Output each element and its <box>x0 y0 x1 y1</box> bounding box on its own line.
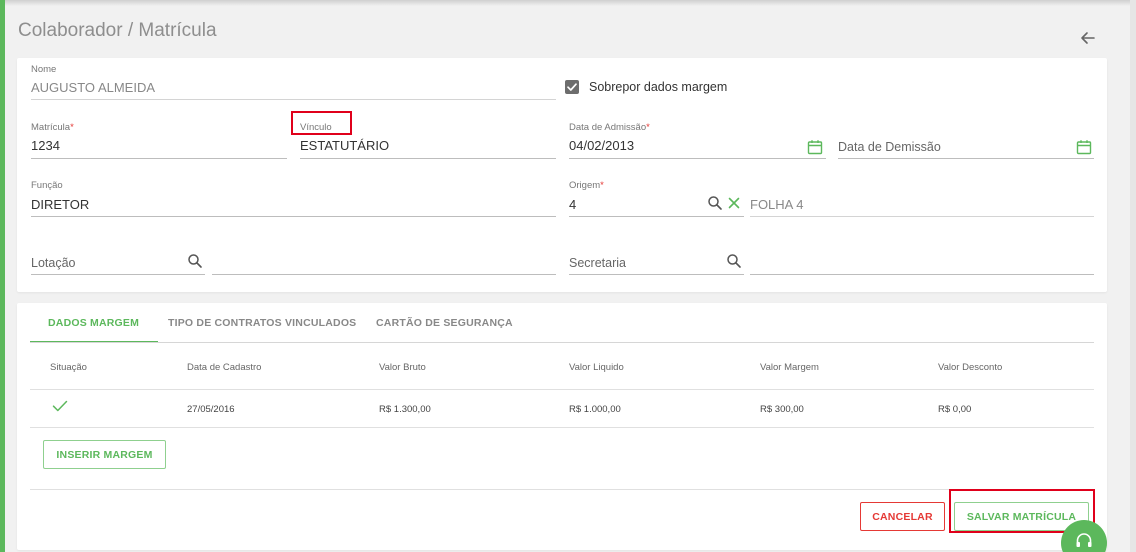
lotacao-field[interactable]: Lotação <box>31 238 205 275</box>
cell-valor-margem: R$ 300,00 <box>760 404 804 415</box>
cell-data-cadastro: 27/05/2016 <box>187 404 235 415</box>
lotacao-description-field <box>212 238 556 275</box>
calendar-admissao-button[interactable] <box>807 139 823 155</box>
nome-value: AUGUSTO ALMEIDA <box>31 80 156 95</box>
data-admissao-value: 04/02/2013 <box>569 138 635 153</box>
lotacao-placeholder: Lotação <box>31 256 76 270</box>
vinculo-value: ESTATUTÁRIO <box>300 138 390 153</box>
check-icon <box>52 400 68 412</box>
secretaria-placeholder: Secretaria <box>569 256 626 270</box>
tab-tipo-contratos[interactable]: TIPO DE CONTRATOS VINCULADOS <box>168 317 356 329</box>
arrow-left-icon <box>1081 32 1095 44</box>
tab-cartao-seguranca[interactable]: CARTÃO DE SEGURANÇA <box>376 317 513 329</box>
headset-icon <box>1076 533 1092 547</box>
origem-description-field: FOLHA 4 <box>750 180 1094 217</box>
page-title: Colaborador / Matrícula <box>18 20 217 41</box>
form-card: Nome AUGUSTO ALMEIDA Sobrepor dados marg… <box>17 58 1107 292</box>
search-icon <box>727 254 741 268</box>
cell-valor-desconto: R$ 0,00 <box>938 404 972 415</box>
origem-value: 4 <box>569 197 577 212</box>
origem-search-button[interactable] <box>707 195 723 211</box>
matricula-field[interactable]: Matrícula* 1234 <box>31 122 287 159</box>
matricula-underline <box>31 158 287 159</box>
calendar-demissao-button[interactable] <box>1076 139 1092 155</box>
column-header-situacao: Situação <box>50 362 87 373</box>
top-shadow <box>5 0 1136 6</box>
secretaria-field[interactable]: Secretaria <box>569 238 744 275</box>
vinculo-highlight-box <box>291 111 352 135</box>
tab-dados-margem[interactable]: DADOS MARGEM <box>48 317 139 329</box>
back-button[interactable] <box>1078 28 1098 48</box>
nome-label: Nome <box>31 64 57 75</box>
origem-clear-button[interactable] <box>726 195 742 211</box>
origem-description-underline <box>750 216 1094 217</box>
search-icon <box>708 196 722 210</box>
funcao-label: Função <box>31 180 63 191</box>
cancel-button[interactable]: CANCELAR <box>860 502 945 531</box>
cell-valor-bruto: R$ 1.300,00 <box>379 404 431 415</box>
footer-divider <box>30 489 1094 490</box>
origem-underline <box>569 216 744 217</box>
secretaria-description-field <box>750 238 1094 275</box>
sobrepor-checkbox[interactable] <box>565 80 579 94</box>
secretaria-description-underline <box>750 274 1094 275</box>
lotacao-description-underline <box>212 274 556 275</box>
calendar-icon <box>1076 140 1092 155</box>
secretaria-search-button[interactable] <box>726 253 742 269</box>
data-demissao-underline <box>838 158 1094 159</box>
column-header-valor-margem: Valor Margem <box>760 362 819 373</box>
search-icon <box>188 254 202 268</box>
origem-label: Origem* <box>569 180 604 191</box>
secretaria-underline <box>569 274 744 275</box>
margem-card: DADOS MARGEM TIPO DE CONTRATOS VINCULADO… <box>17 303 1107 550</box>
table-row-divider <box>30 427 1094 428</box>
nome-field[interactable]: Nome AUGUSTO ALMEIDA <box>31 64 556 100</box>
scrollbar-track[interactable] <box>1130 0 1136 552</box>
left-accent-bar <box>0 0 5 552</box>
data-admissao-label: Data de Admissão* <box>569 122 650 133</box>
sobrepor-label: Sobrepor dados margem <box>589 80 728 94</box>
column-header-data-cadastro: Data de Cadastro <box>187 362 262 373</box>
check-icon <box>567 83 577 91</box>
vinculo-underline <box>300 158 556 159</box>
tabs-divider <box>30 342 1094 343</box>
matricula-value: 1234 <box>31 138 60 153</box>
data-demissao-placeholder: Data de Demissão <box>838 140 941 154</box>
data-admissao-underline <box>569 158 826 159</box>
calendar-icon <box>807 140 823 155</box>
data-demissao-field[interactable]: Data de Demissão <box>838 122 1094 159</box>
data-admissao-field[interactable]: Data de Admissão* 04/02/2013 <box>569 122 826 159</box>
nome-underline <box>31 99 556 100</box>
column-header-valor-desconto: Valor Desconto <box>938 362 1003 373</box>
close-icon <box>728 197 740 209</box>
lotacao-search-button[interactable] <box>187 253 203 269</box>
funcao-value: DIRETOR <box>31 197 90 212</box>
column-header-valor-bruto: Valor Bruto <box>379 362 426 373</box>
funcao-field[interactable]: Função DIRETOR <box>31 180 556 217</box>
cell-valor-liquido: R$ 1.000,00 <box>569 404 621 415</box>
inserir-margem-button[interactable]: INSERIR MARGEM <box>43 440 166 469</box>
origem-description: FOLHA 4 <box>750 197 804 212</box>
lotacao-underline <box>31 274 205 275</box>
funcao-underline <box>31 216 556 217</box>
matricula-label: Matrícula* <box>31 122 74 133</box>
column-header-valor-liquido: Valor Liquido <box>569 362 624 373</box>
